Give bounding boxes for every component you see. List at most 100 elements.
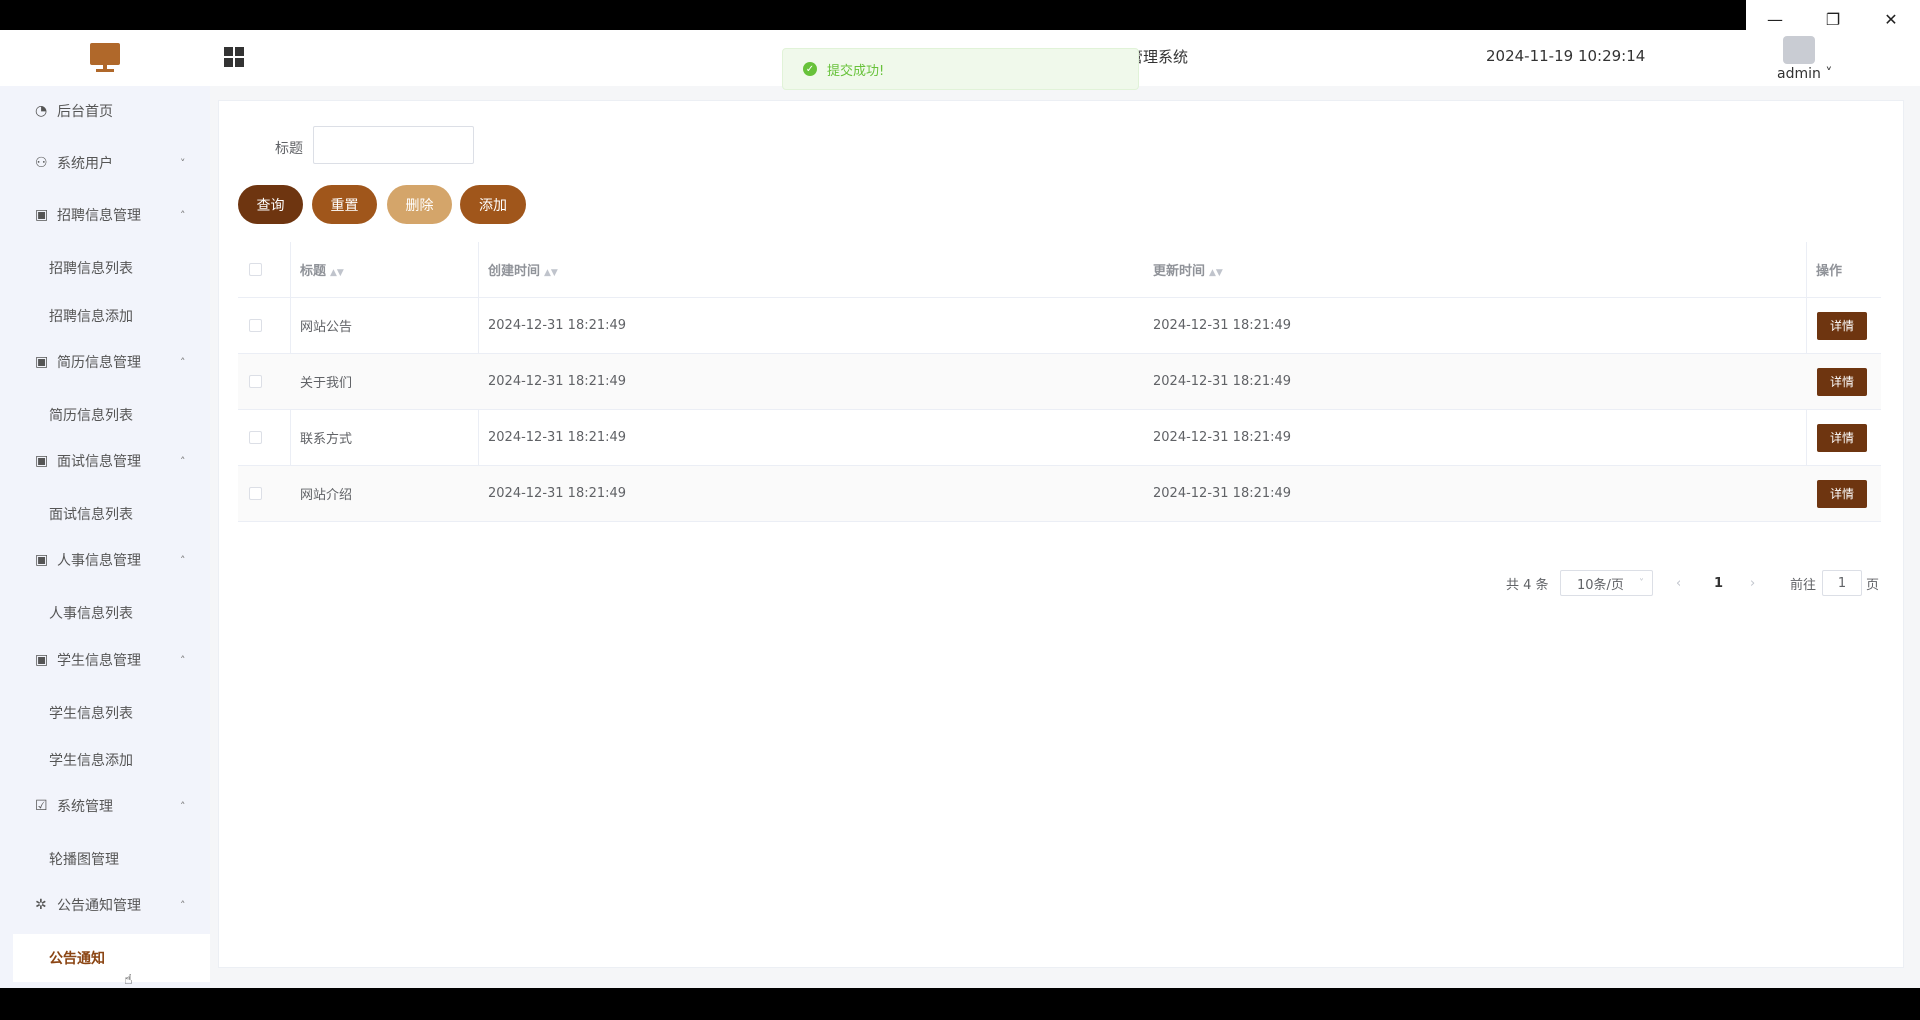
sidebar-item-carousel[interactable]: 轮播图管理 xyxy=(0,835,210,883)
chevron-up-icon: ˄ xyxy=(180,355,186,369)
sidebar-item-interview-list[interactable]: 面试信息列表 xyxy=(0,490,210,538)
clock-pie-icon: ◔ xyxy=(35,103,48,119)
cell-created: 2024-12-31 18:21:49 xyxy=(488,318,627,333)
cell-updated: 2024-12-31 18:21:49 xyxy=(1153,430,1292,445)
row-checkbox[interactable] xyxy=(249,319,262,332)
cell-title: 网站介绍 xyxy=(300,488,353,503)
table-row: 联系方式 2024-12-31 18:21:49 2024-12-31 18:2… xyxy=(238,410,1881,466)
sidebar-subitem-label: 简历信息列表 xyxy=(49,408,133,424)
sidebar-item-resume[interactable]: ▣ 简历信息管理 ˄ xyxy=(0,337,210,387)
page-size-value: 10条/页 xyxy=(1577,577,1624,593)
sidebar-item-notice[interactable]: ✲ 公告通知管理 ˄ xyxy=(0,880,210,930)
sidebar-subitem-label: 招聘信息列表 xyxy=(49,261,133,277)
cell-created: 2024-12-31 18:21:49 xyxy=(488,430,627,445)
sidebar-subitem-label: 公告通知 xyxy=(49,951,105,967)
page-suffix: 页 xyxy=(1866,577,1880,593)
row-checkbox[interactable] xyxy=(249,487,262,500)
sidebar-item-label: 后台首页 xyxy=(57,104,113,120)
chevron-up-icon: ˄ xyxy=(180,208,186,222)
sidebar-item-label: 系统用户 xyxy=(57,156,113,172)
cell-created: 2024-12-31 18:21:49 xyxy=(488,486,627,501)
cell-title: 关于我们 xyxy=(300,376,353,391)
chevron-up-icon: ˄ xyxy=(180,799,186,813)
sort-icon[interactable]: ▲▼ xyxy=(544,268,558,278)
sidebar-subitem-label: 轮播图管理 xyxy=(49,852,119,868)
cell-title: 联系方式 xyxy=(300,432,353,447)
detail-button[interactable]: 详情 xyxy=(1817,423,1867,452)
column-header-updated[interactable]: 更新时间 ▲▼ xyxy=(1153,260,1223,279)
window-icon: ▣ xyxy=(35,354,49,370)
header-label: 标题 xyxy=(300,264,327,279)
check-circle-icon: ✓ xyxy=(803,62,817,76)
page-size-select[interactable]: 10条/页 ˅ xyxy=(1560,570,1653,596)
sidebar-item-recruit[interactable]: ▣ 招聘信息管理 ˄ xyxy=(0,190,210,240)
sidebar-subitem-label: 学生信息列表 xyxy=(49,706,133,722)
goto-page-input[interactable]: 1 xyxy=(1822,570,1862,596)
next-page-button[interactable]: › xyxy=(1750,570,1755,596)
window-icon: ▣ xyxy=(35,652,49,668)
avatar[interactable] xyxy=(1783,36,1815,64)
os-titlebar xyxy=(0,0,1920,30)
sidebar-item-label: 人事信息管理 xyxy=(57,553,141,569)
add-button[interactable]: 添加 xyxy=(460,185,526,224)
search-label: 标题 xyxy=(275,141,303,157)
sidebar-item-hr-list[interactable]: 人事信息列表 xyxy=(0,589,210,637)
query-button[interactable]: 查询 xyxy=(238,185,303,224)
sidebar-item-home[interactable]: ◔ 后台首页 xyxy=(0,86,210,136)
app-window: 管理系统 2024-11-19 10:29:14 admin ˅ ✓ 提交成功!… xyxy=(0,30,1920,988)
sidebar-item-label: 公告通知管理 xyxy=(57,898,141,914)
sidebar-item-student-list[interactable]: 学生信息列表 xyxy=(0,689,210,737)
success-toast: ✓ 提交成功! xyxy=(782,48,1139,90)
system-check-icon: ☑ xyxy=(35,798,48,814)
pagination-total: 共 4 条 xyxy=(1506,577,1549,593)
title-search-input[interactable] xyxy=(313,126,474,164)
user-icon: ⚇ xyxy=(35,155,48,171)
hand-cursor-icon: ☝ xyxy=(124,972,133,988)
sort-icon[interactable]: ▲▼ xyxy=(1209,268,1223,278)
window-icon: ▣ xyxy=(35,453,49,469)
sidebar-item-system[interactable]: ☑ 系统管理 ˄ xyxy=(0,781,210,831)
delete-button[interactable]: 删除 xyxy=(387,185,452,224)
sidebar-item-notice-list[interactable]: 公告通知 xyxy=(13,934,210,982)
column-header-created[interactable]: 创建时间 ▲▼ xyxy=(488,260,558,279)
select-all-checkbox[interactable] xyxy=(249,263,262,276)
sidebar-item-student[interactable]: ▣ 学生信息管理 ˄ xyxy=(0,635,210,685)
detail-button[interactable]: 详情 xyxy=(1817,311,1867,340)
sidebar-item-student-add[interactable]: 学生信息添加 xyxy=(0,736,210,784)
cell-updated: 2024-12-31 18:21:49 xyxy=(1153,374,1292,389)
user-dropdown[interactable]: admin ˅ xyxy=(1777,66,1832,82)
column-header-actions: 操作 xyxy=(1816,264,1843,279)
sidebar-item-resume-list[interactable]: 简历信息列表 xyxy=(0,391,210,439)
column-header-title[interactable]: 标题 ▲▼ xyxy=(300,260,344,279)
window-icon: ▣ xyxy=(35,552,49,568)
sidebar-subitem-label: 招聘信息添加 xyxy=(49,309,133,325)
table-row: 网站公告 2024-12-31 18:21:49 2024-12-31 18:2… xyxy=(238,298,1881,354)
sidebar-item-label: 简历信息管理 xyxy=(57,355,141,371)
reset-button[interactable]: 重置 xyxy=(312,185,377,224)
cell-title: 网站公告 xyxy=(300,320,353,335)
table-header: 标题 ▲▼ 创建时间 ▲▼ 更新时间 ▲▼ 操作 xyxy=(238,242,1881,298)
sidebar-item-recruit-add[interactable]: 招聘信息添加 xyxy=(0,292,210,340)
sidebar-item-interview[interactable]: ▣ 面试信息管理 ˄ xyxy=(0,436,210,486)
cell-updated: 2024-12-31 18:21:49 xyxy=(1153,318,1292,333)
row-checkbox[interactable] xyxy=(249,431,262,444)
grid-menu-icon[interactable] xyxy=(224,47,244,67)
window-icon: ▣ xyxy=(35,207,49,223)
page-number-1[interactable]: 1 xyxy=(1714,570,1723,596)
chevron-up-icon: ˄ xyxy=(180,898,186,912)
detail-button[interactable]: 详情 xyxy=(1817,367,1867,396)
prev-page-button[interactable]: ‹ xyxy=(1676,570,1681,596)
detail-button[interactable]: 详情 xyxy=(1817,479,1867,508)
current-datetime: 2024-11-19 10:29:14 xyxy=(1486,47,1646,65)
row-checkbox[interactable] xyxy=(249,375,262,388)
chevron-down-icon: ˅ xyxy=(180,156,186,170)
content-card xyxy=(218,100,1904,968)
sidebar-item-recruit-list[interactable]: 招聘信息列表 xyxy=(0,244,210,292)
goto-label: 前往 xyxy=(1790,577,1817,593)
sidebar-item-hr[interactable]: ▣ 人事信息管理 ˄ xyxy=(0,535,210,585)
sidebar-subitem-label: 学生信息添加 xyxy=(49,753,133,769)
sidebar-item-users[interactable]: ⚇ 系统用户 ˅ xyxy=(0,138,210,188)
sort-icon[interactable]: ▲▼ xyxy=(330,268,344,278)
monitor-logo-icon xyxy=(90,43,120,73)
os-bottom-bar xyxy=(0,988,1920,1020)
